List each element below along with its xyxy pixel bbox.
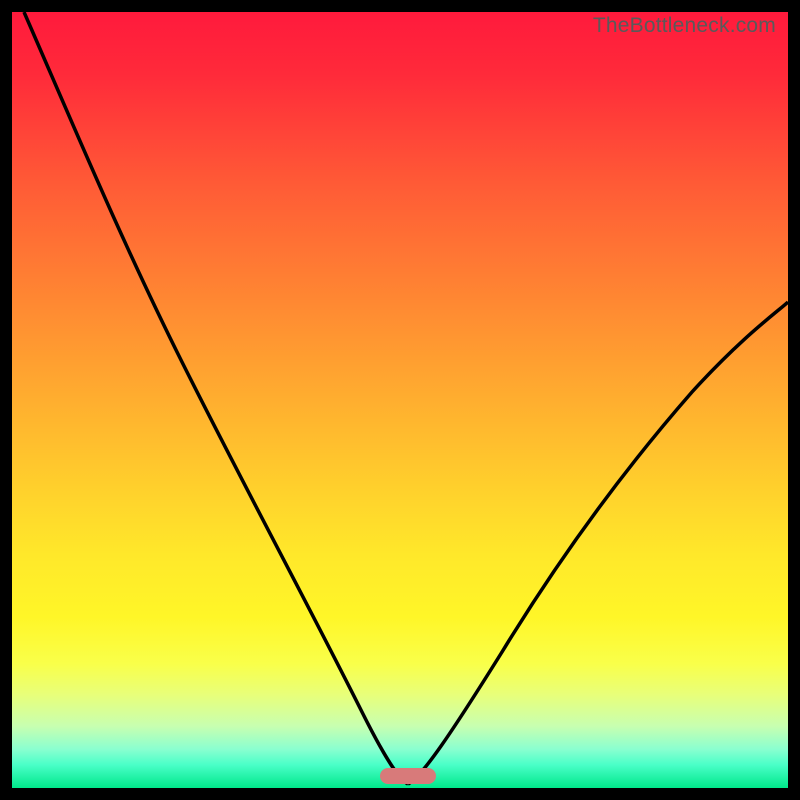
plot-area: TheBottleneck.com — [12, 12, 788, 788]
chart-container: TheBottleneck.com — [0, 0, 800, 800]
optimal-marker — [380, 768, 436, 784]
bottleneck-curve — [12, 12, 788, 788]
curve-right-branch — [408, 302, 788, 784]
curve-left-branch — [24, 12, 408, 784]
